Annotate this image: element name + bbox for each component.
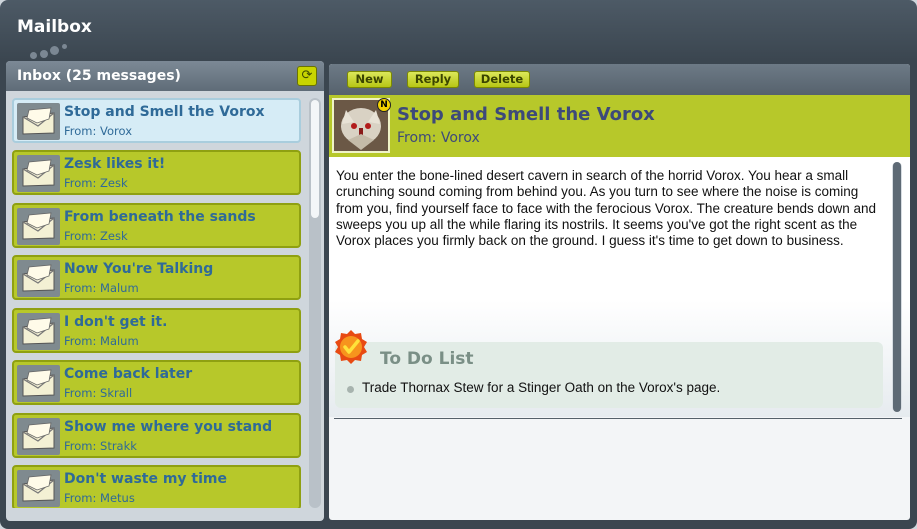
message-item[interactable]: Come back later From: Skrall [12,360,301,405]
message-sender: From: Metus [64,491,135,505]
new-button[interactable]: New [347,71,392,88]
message-list: Stop and Smell the Vorox From: Vorox Zes… [12,98,304,508]
divider [334,418,902,419]
message-subject: Now You're Talking [64,261,214,277]
message-item[interactable]: Zesk likes it! From: Zesk [12,150,301,195]
todo-item: Trade Thornax Stew for a Stinger Oath on… [362,380,721,395]
message-sender: From: Vorox [64,124,132,138]
message-sender: From: Zesk [64,176,128,190]
message-scrollbar[interactable] [892,162,902,412]
message-item[interactable]: Stop and Smell the Vorox From: Vorox [12,98,301,143]
message-sender: From: Malum [64,334,139,348]
message-subject: From beneath the sands [64,209,256,225]
message-subject: Come back later [64,366,193,382]
message-sender: From: Strakk [64,439,137,453]
envelope-icon [17,208,60,245]
message-subject: Show me where you stand [64,419,273,435]
envelope-icon [17,418,60,455]
envelope-icon [17,260,60,297]
message-item[interactable]: From beneath the sands From: Zesk [12,203,301,248]
refresh-icon: ⟳ [301,68,313,83]
todo-title: To Do List [380,349,474,369]
message-item[interactable]: Don't waste my time From: Metus [12,465,301,508]
message-subject: Stop and Smell the Vorox [64,104,265,120]
new-badge: N [377,98,391,112]
checkmark-badge-icon [335,330,367,364]
message-subject: Zesk likes it! [64,156,166,172]
message-toolbar: New Reply Delete [329,64,910,95]
message-item[interactable]: Now You're Talking From: Malum [12,255,301,300]
delete-button[interactable]: Delete [474,71,530,88]
todo-list: To Do List Trade Thornax Stew for a Stin… [335,342,883,408]
envelope-icon [17,365,60,402]
bullet-icon [347,386,354,393]
mailbox-window: Mailbox Inbox (25 messages) ⟳ Stop and S… [0,0,917,529]
message-sender: From: Skrall [64,386,133,400]
message-subject: Don't waste my time [64,471,227,487]
envelope-icon [17,103,60,140]
inbox-scrollbar-thumb[interactable] [311,100,319,218]
message-item[interactable]: Show me where you stand From: Strakk [12,413,301,458]
message-item[interactable]: I don't get it. From: Malum [12,308,301,353]
refresh-button[interactable]: ⟳ [297,66,317,86]
message-sender: From: Zesk [64,229,128,243]
message-text: You enter the bone-lined desert cavern i… [336,168,877,249]
envelope-icon [17,313,60,350]
message-panel: New Reply Delete N Stop and Smell the Vo… [329,64,910,520]
window-title: Mailbox [17,17,92,37]
reply-button[interactable]: Reply [407,71,459,88]
inbox-panel: Inbox (25 messages) ⟳ Stop and Smell the… [6,61,324,521]
message-header: N Stop and Smell the Vorox From: Vorox [329,95,910,157]
message-scrollbar-thumb[interactable] [893,162,901,412]
envelope-icon [17,155,60,192]
inbox-header: Inbox (25 messages) ⟳ [6,61,324,91]
message-sender: From: Malum [64,281,139,295]
envelope-icon [17,470,60,507]
inbox-title: Inbox (25 messages) [17,68,181,84]
message-from: From: Vorox [397,130,480,146]
message-title: Stop and Smell the Vorox [397,104,655,125]
message-subject: I don't get it. [64,314,168,330]
inbox-scrollbar[interactable] [309,98,321,508]
